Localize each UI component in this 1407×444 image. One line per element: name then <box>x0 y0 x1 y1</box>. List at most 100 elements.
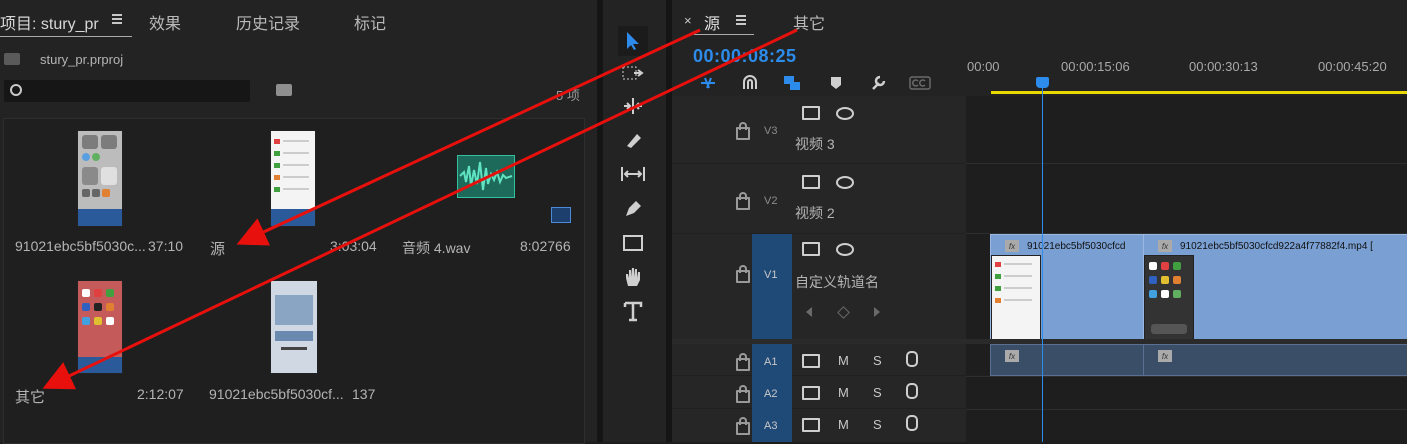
solo-button[interactable]: S <box>873 385 882 400</box>
track-id-a3: A3 <box>764 420 778 432</box>
clip-label-2: 91021ebc5bf5030cfcd922a4f77882f4.mp4 [ <box>1180 241 1373 252</box>
search-input[interactable] <box>4 80 250 102</box>
snap-magnet-icon[interactable] <box>740 74 760 92</box>
item-name-3[interactable]: 音频 4.wav <box>402 238 470 258</box>
item-name-4[interactable]: 其它 <box>15 386 45 407</box>
tab-markers[interactable]: 标记 <box>354 10 386 34</box>
type-tool-icon[interactable] <box>618 298 648 324</box>
timecode-display[interactable]: 00:00:08:25 <box>693 46 797 67</box>
lock-icon[interactable] <box>736 192 750 210</box>
close-tab-icon[interactable]: × <box>684 13 692 28</box>
new-bin-icon[interactable] <box>276 84 292 96</box>
project-tab-bar: 项目: stury_pr 效果 历史记录 标记 <box>0 0 597 40</box>
eye-icon[interactable] <box>836 107 854 120</box>
captions-icon[interactable] <box>908 74 932 92</box>
solo-button[interactable]: S <box>873 353 882 368</box>
item-name-2[interactable]: 源 <box>210 238 225 259</box>
ruler-label-3: 00:00:45:20 <box>1318 59 1387 74</box>
tab-sequence-other[interactable]: 其它 <box>793 10 825 34</box>
mute-button[interactable]: M <box>838 385 849 400</box>
audio-clip-1[interactable]: fx <box>990 344 1144 376</box>
hamburger-icon[interactable] <box>736 15 746 25</box>
track-lane-v2[interactable] <box>966 164 1407 234</box>
track-id-v1: V1 <box>764 269 778 281</box>
fx-badge: fx <box>1005 350 1019 362</box>
track-id-v2: V2 <box>764 195 778 207</box>
breadcrumb: stury_pr.prproj <box>0 46 597 72</box>
lock-icon[interactable] <box>736 122 750 140</box>
item-duration-3: 8:02766 <box>520 238 571 254</box>
solo-button[interactable]: S <box>873 417 882 432</box>
track-name-v1[interactable]: 自定义轨道名 <box>795 272 879 292</box>
mute-button[interactable]: M <box>838 353 849 368</box>
playhead-line[interactable] <box>1042 78 1043 442</box>
thumbnail-control-center[interactable] <box>77 130 123 227</box>
playhead-handle[interactable] <box>1036 77 1049 88</box>
ruler-label-1: 00:00:15:06 <box>1061 59 1130 74</box>
sync-lock-icon[interactable] <box>802 386 820 400</box>
lock-icon[interactable] <box>736 353 750 371</box>
wrench-icon[interactable] <box>868 74 888 92</box>
tab-history[interactable]: 历史记录 <box>236 10 300 34</box>
track-lane-a3[interactable] <box>966 409 1407 443</box>
microphone-icon[interactable] <box>906 415 918 431</box>
add-marker-icon[interactable] <box>826 74 846 92</box>
tab-project[interactable]: 项目: stury_pr <box>0 10 99 34</box>
slip-tool-icon[interactable] <box>618 162 648 186</box>
sync-lock-icon[interactable] <box>802 242 820 256</box>
sync-lock-icon[interactable] <box>802 106 820 120</box>
tab-source-underline <box>694 34 754 35</box>
fx-badge: fx <box>1158 350 1172 362</box>
pen-tool-icon[interactable] <box>618 196 648 222</box>
thumbnail-chat-list[interactable] <box>270 130 316 227</box>
lock-icon[interactable] <box>736 265 750 283</box>
track-lane-a2[interactable] <box>966 376 1407 409</box>
linked-selection-icon[interactable] <box>782 74 802 92</box>
thumbnail-home-screen[interactable] <box>77 280 123 374</box>
item-duration-2: 3:03:04 <box>330 238 377 254</box>
sync-lock-icon[interactable] <box>802 354 820 368</box>
selection-tool-icon[interactable] <box>618 26 648 56</box>
track-name-v2[interactable]: 视频 2 <box>795 203 835 223</box>
mute-button[interactable]: M <box>838 417 849 432</box>
audio-clip-2[interactable]: fx <box>1143 344 1407 376</box>
item-name-5[interactable]: 91021ebc5bf5030cf... <box>209 386 344 402</box>
item-duration-4: 2:12:07 <box>137 386 184 402</box>
lock-icon[interactable] <box>736 385 750 403</box>
rectangle-tool-icon[interactable] <box>618 230 648 256</box>
item-count: 5 项 <box>556 88 580 103</box>
eye-icon[interactable] <box>836 176 854 189</box>
work-area-bar[interactable] <box>991 91 1407 94</box>
item-duration-5: 137 <box>352 386 376 402</box>
track-select-tool-icon[interactable] <box>618 62 648 86</box>
eye-icon[interactable] <box>836 243 854 256</box>
ripple-edit-tool-icon[interactable] <box>618 94 648 118</box>
nest-icon[interactable] <box>698 74 718 92</box>
thumbnail-photo[interactable] <box>270 280 318 374</box>
sync-lock-icon[interactable] <box>802 418 820 432</box>
track-lane-v3[interactable] <box>966 96 1407 164</box>
source-patch-v1[interactable] <box>752 234 792 339</box>
item-name-1[interactable]: 91021ebc5bf5030c... <box>15 238 146 254</box>
fx-badge: fx <box>1005 240 1019 252</box>
search-icon <box>10 84 22 96</box>
razor-tool-icon[interactable] <box>618 128 648 152</box>
video-clip-2[interactable]: fx 91021ebc5bf5030cfcd922a4f77882f4.mp4 … <box>1143 234 1407 341</box>
lock-icon[interactable] <box>736 417 750 435</box>
folder-icon <box>4 53 20 65</box>
prev-keyframe-icon[interactable] <box>806 307 812 317</box>
clip-thumbnail-2 <box>1144 255 1194 341</box>
next-keyframe-icon[interactable] <box>874 307 880 317</box>
track-name-v3[interactable]: 视频 3 <box>795 134 835 154</box>
thumbnail-audio-waveform[interactable] <box>457 155 515 198</box>
microphone-icon[interactable] <box>906 351 918 367</box>
video-clip-1[interactable]: fx 91021ebc5bf5030cfcd <box>990 234 1144 341</box>
track-id-v3: V3 <box>764 125 778 137</box>
microphone-icon[interactable] <box>906 383 918 399</box>
tab-effects[interactable]: 效果 <box>149 10 181 34</box>
sync-lock-icon[interactable] <box>802 175 820 189</box>
tab-sequence-source[interactable]: 源 <box>704 10 720 34</box>
hand-tool-icon[interactable] <box>618 264 648 290</box>
timeline-tab-bar: × 源 其它 <box>672 0 1407 38</box>
hamburger-icon[interactable] <box>112 14 122 24</box>
